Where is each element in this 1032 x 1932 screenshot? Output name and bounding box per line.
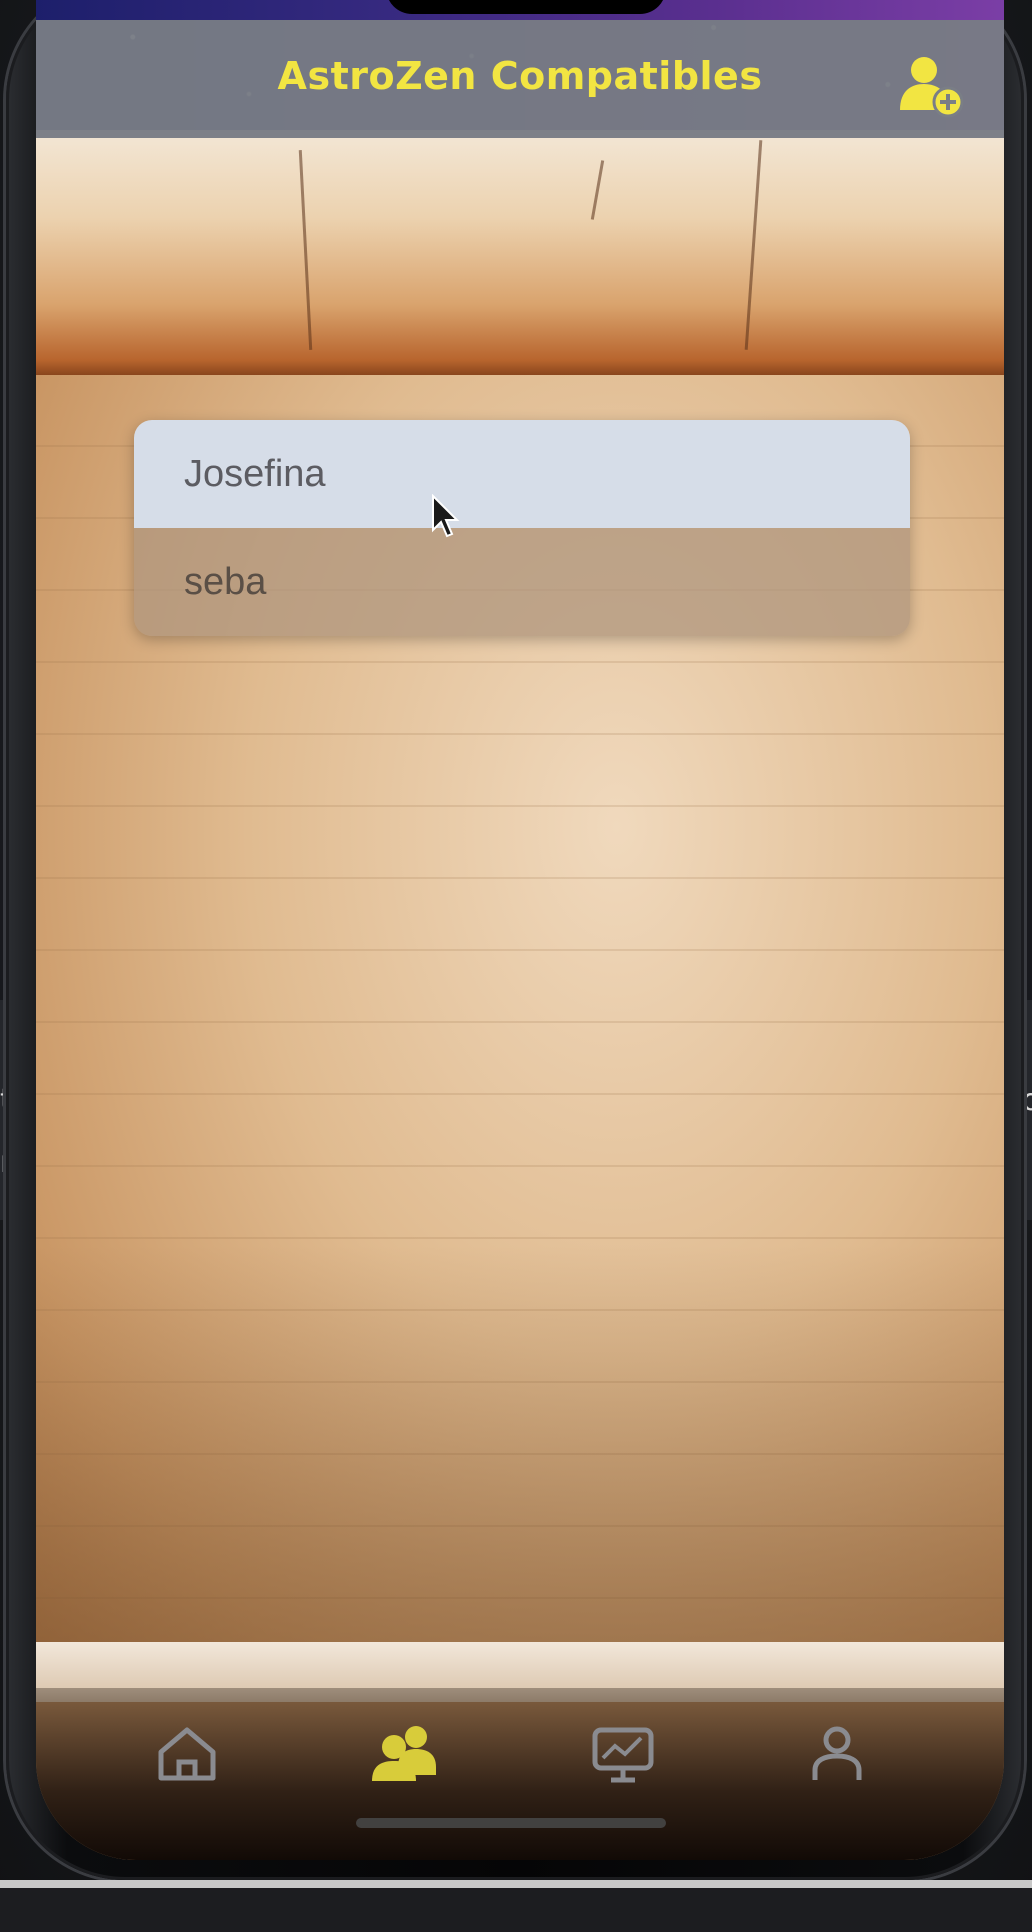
scroll-top-roll <box>36 130 1004 380</box>
home-indicator[interactable] <box>356 1818 666 1828</box>
scroll-crack <box>590 160 605 220</box>
phone-frame: AstroZen Compatibles Josefina seba <box>6 0 1024 1880</box>
add-friend-button[interactable] <box>896 50 966 120</box>
background-floor <box>0 1888 1032 1932</box>
scroll-crack <box>744 140 763 350</box>
friend-name: seba <box>184 560 267 603</box>
friend-item-josefina[interactable]: Josefina <box>134 420 910 528</box>
friend-name: Josefina <box>184 452 326 495</box>
tab-friends[interactable] <box>360 1714 450 1794</box>
tab-profile[interactable] <box>792 1714 882 1794</box>
tab-home[interactable] <box>142 1714 232 1794</box>
scroll-crack <box>298 150 313 350</box>
home-icon <box>158 1727 216 1781</box>
app-header: AstroZen Compatibles <box>36 20 1004 138</box>
chart-monitor-icon <box>592 1727 654 1783</box>
dynamic-island <box>386 0 666 14</box>
friends-icon <box>372 1726 436 1781</box>
friend-item-seba[interactable]: seba <box>134 528 910 636</box>
tab-bar <box>36 1688 1004 1860</box>
friends-list: Josefina seba <box>134 420 910 636</box>
tab-stats[interactable] <box>578 1714 668 1794</box>
profile-icon <box>812 1726 862 1780</box>
page-title: AstroZen Compatibles <box>277 54 763 98</box>
add-person-icon <box>900 57 964 118</box>
phone-screen: AstroZen Compatibles Josefina seba <box>36 0 1004 1860</box>
screenshot-stage: t n to n AstroZen Compatibles <box>0 0 1032 1932</box>
background-window-edge <box>0 1880 1032 1888</box>
